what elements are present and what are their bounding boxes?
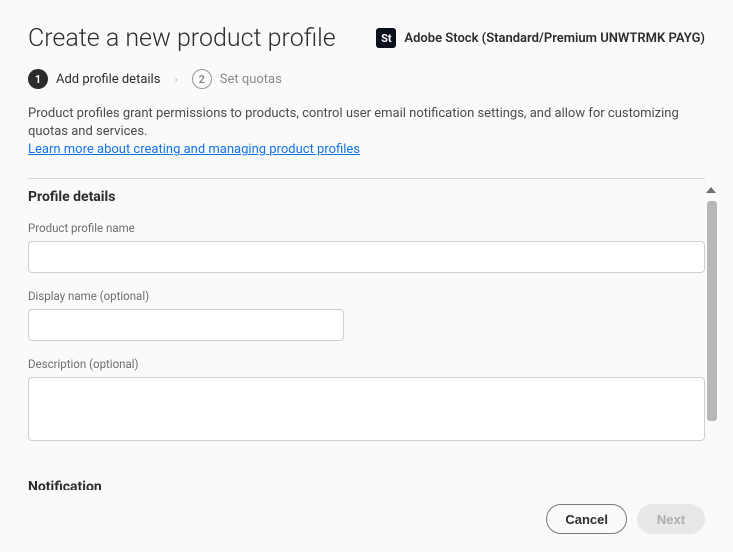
step-2-badge: 2: [192, 69, 212, 89]
step-2-label: Set quotas: [220, 72, 282, 87]
dialog-footer: Cancel Next: [0, 490, 733, 552]
learn-more-link[interactable]: Learn more about creating and managing p…: [28, 142, 360, 157]
cancel-button[interactable]: Cancel: [546, 504, 627, 534]
step-1-label: Add profile details: [56, 72, 160, 87]
step-1: 1 Add profile details: [28, 69, 160, 89]
page-title: Create a new product profile: [28, 24, 336, 53]
product-name: Adobe Stock (Standard/Premium UNWTRMK PA…: [404, 31, 705, 46]
profile-name-label: Product profile name: [28, 221, 705, 235]
scrollbar[interactable]: [705, 187, 717, 507]
product-tag: St Adobe Stock (Standard/Premium UNWTRMK…: [376, 28, 705, 48]
step-2: 2 Set quotas: [192, 69, 282, 89]
intro-block: Product profiles grant permissions to pr…: [0, 101, 733, 170]
display-name-label: Display name (optional): [28, 289, 705, 303]
section-profile-details: Profile details: [28, 179, 705, 205]
scroll-up-icon[interactable]: [706, 187, 716, 193]
description-textarea[interactable]: [28, 377, 705, 441]
profile-name-input[interactable]: [28, 241, 705, 273]
step-1-badge: 1: [28, 69, 48, 89]
scroll-thumb[interactable]: [707, 201, 717, 421]
wizard-steps: 1 Add profile details › 2 Set quotas: [0, 61, 733, 101]
description-label: Description (optional): [28, 357, 705, 371]
form-scroll-area: Profile details Product profile name Dis…: [0, 179, 733, 515]
product-icon: St: [376, 28, 396, 48]
display-name-input[interactable]: [28, 309, 344, 341]
intro-text: Product profiles grant permissions to pr…: [28, 105, 705, 141]
next-button[interactable]: Next: [637, 504, 705, 534]
chevron-right-icon: ›: [174, 73, 177, 86]
